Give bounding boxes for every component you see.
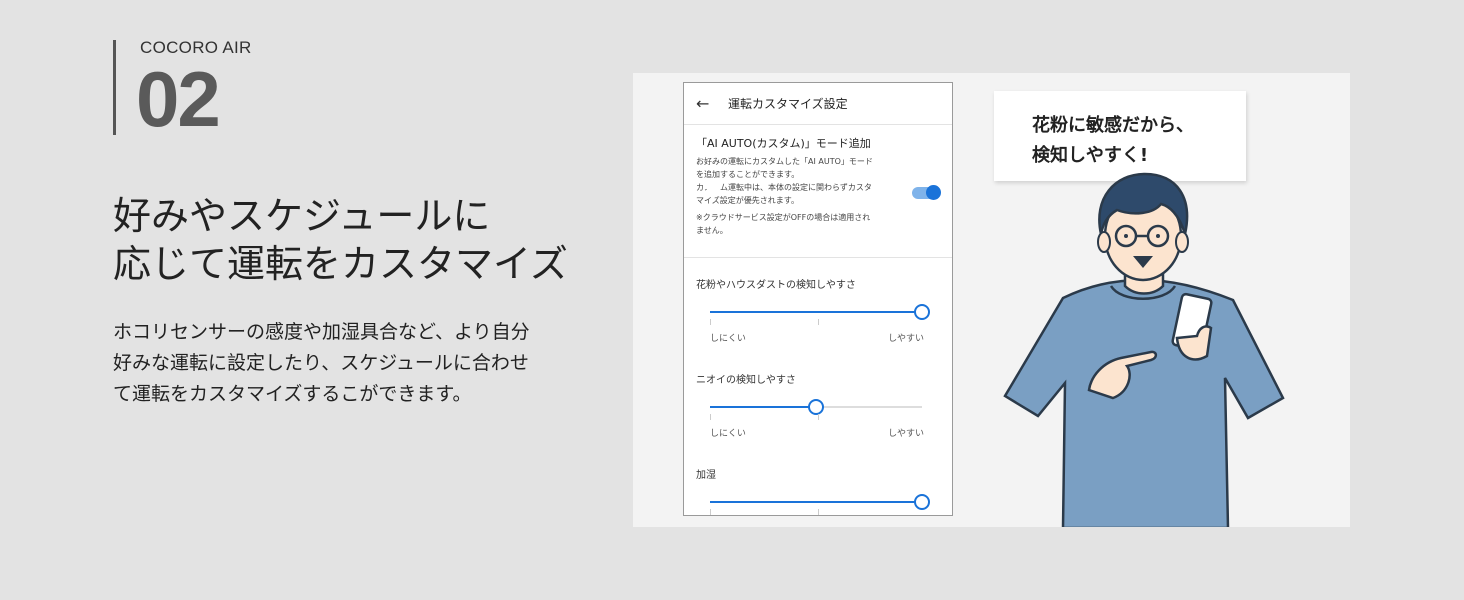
slider-track[interactable] bbox=[710, 494, 930, 510]
slider-tick bbox=[818, 319, 819, 325]
slider-fill bbox=[710, 501, 922, 503]
mode-title: 「AI AUTO(カスタム)」モード追加 bbox=[696, 137, 871, 150]
mode-desc-2: を追加することができます。 bbox=[696, 170, 800, 179]
slider-dust-sensitivity: 花粉やハウスダストの検知しやすさ しにくい しやすい bbox=[684, 258, 952, 353]
custom-mode-toggle[interactable] bbox=[912, 185, 941, 200]
slider-tick bbox=[710, 509, 711, 515]
slider-min-label: しにくい bbox=[710, 429, 746, 439]
toggle-knob bbox=[926, 185, 941, 200]
mode-note-2: ません。 bbox=[696, 226, 728, 235]
slider-tick bbox=[710, 414, 711, 420]
headline-line-1: 好みやスケジュールに bbox=[113, 194, 491, 238]
headline: 好みやスケジュールに 応じて運転をカスタマイズ bbox=[113, 192, 568, 288]
slider-thumb[interactable] bbox=[914, 494, 930, 510]
slider-track[interactable] bbox=[710, 304, 930, 320]
app-header: ← 運転カスタマイズ設定 bbox=[684, 83, 952, 125]
slider-fill bbox=[710, 311, 922, 313]
slider-thumb[interactable] bbox=[808, 399, 824, 415]
desc-line-2: 好みな運転に設定したり、スケジュールに合わせ bbox=[113, 352, 529, 374]
slider-fill bbox=[710, 406, 816, 408]
mode-description: お好みの運転にカスタムした「AI AUTO」モード を追加することができます。 … bbox=[696, 155, 901, 237]
slider-max-label: しやすい bbox=[888, 334, 924, 344]
speech-text: 花粉に敏感だから、 検知しやすく! bbox=[1032, 111, 1194, 171]
headline-line-2: 応じて運転をカスタマイズ bbox=[113, 242, 568, 286]
slider-odor-sensitivity: ニオイの検知しやすさ しにくい しやすい bbox=[684, 353, 952, 448]
slider-track[interactable] bbox=[710, 399, 922, 415]
speech-line-2: 検知しやすく! bbox=[1032, 145, 1149, 166]
slider-tick bbox=[710, 319, 711, 325]
desc-line-1: ホコリセンサーの感度や加湿具合など、より自分 bbox=[113, 321, 530, 343]
desc-line-3: て運転をカスタマイズするこができます。 bbox=[113, 383, 472, 405]
phone-screen: ← 運転カスタマイズ設定 「AI AUTO(カスタム)」モード追加 お好みの運転… bbox=[683, 82, 953, 516]
slider-min-label: しにくい bbox=[710, 334, 746, 344]
speech-bubble-tail bbox=[701, 179, 725, 201]
illustration-panel: ← 運転カスタマイズ設定 「AI AUTO(カスタム)」モード追加 お好みの運転… bbox=[633, 73, 1350, 527]
description: ホコリセンサーの感度や加湿具合など、より自分 好みな運転に設定したり、スケジュー… bbox=[113, 317, 583, 410]
app-title: 運転カスタマイズ設定 bbox=[728, 97, 848, 111]
slider-tick bbox=[818, 509, 819, 515]
slider-label: 花粉やハウスダストの検知しやすさ bbox=[696, 280, 856, 291]
slider-label: ニオイの検知しやすさ bbox=[696, 375, 796, 386]
slider-label: 加湿 bbox=[696, 470, 716, 481]
slider-max-label: しやすい bbox=[888, 429, 924, 439]
slider-tick bbox=[818, 414, 819, 420]
mode-desc-1: お好みの運転にカスタムした「AI AUTO」モード bbox=[696, 157, 873, 166]
slider-humidify: 加湿 bbox=[684, 448, 952, 515]
slider-thumb[interactable] bbox=[914, 304, 930, 320]
man-illustration bbox=[1003, 172, 1285, 527]
mode-note-1: ※クラウドサービス設定がOFFの場合は適用され bbox=[696, 213, 871, 222]
accent-divider bbox=[113, 40, 116, 135]
arrow-left-icon[interactable]: ← bbox=[696, 94, 728, 113]
section-number: 02 bbox=[136, 55, 221, 143]
speech-line-1: 花粉に敏感だから、 bbox=[1032, 115, 1194, 136]
